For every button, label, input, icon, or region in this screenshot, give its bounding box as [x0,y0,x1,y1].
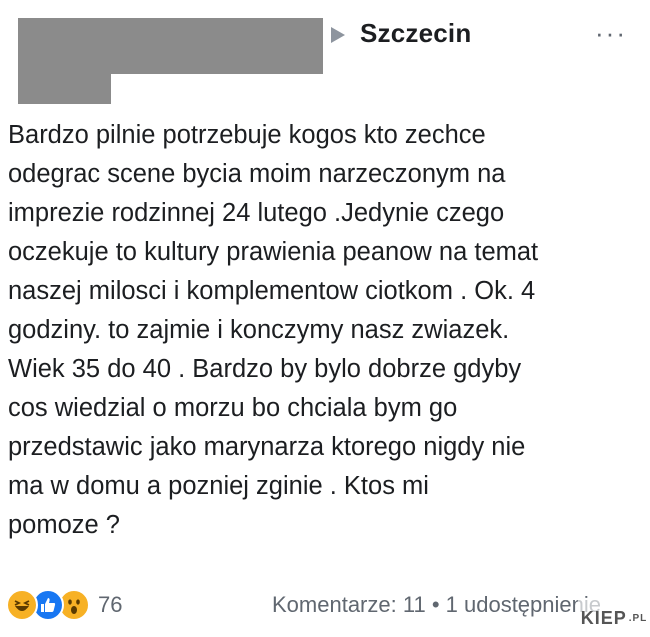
haha-icon [6,589,38,621]
post-text-line: naszej milosci i komplementow ciotkom . … [8,277,536,305]
post-text-line: przedstawic jako marynarza ktorego nigdy… [8,433,526,461]
post-text-line: ma w domu a pozniej zginie . Ktos mi [8,472,429,500]
kiep-watermark-logo: KIEP .PL [578,600,650,637]
post-text-line: oczekuje to kultury prawienia peanow na … [8,238,539,266]
post-text-line: pomoze ? [8,511,120,539]
redacted-author-name [18,18,323,74]
post-text-line: Bardzo pilnie potrzebuje kogos kto zechc… [8,121,486,149]
post-stats: Komentarze: 11 • 1 udostępnienie [272,592,601,618]
separator-dot: • [431,592,440,617]
group-name-link[interactable]: Szczecin [360,18,471,49]
comments-count-link[interactable]: Komentarze: 11 [272,592,426,617]
post-text-line: godziny. to zajmie i konczymy nasz zwiaz… [8,316,510,344]
redacted-post-meta [18,74,111,104]
post-text-line: odegrac scene bycia moim narzeczonym na [8,160,506,188]
reaction-count: 76 [98,592,123,617]
reaction-summary[interactable]: 76 [6,589,122,621]
watermark-suffix: .PL [628,613,648,624]
watermark-text: KIEP [580,608,627,628]
post-text-line: Wiek 35 do 40 . Bardzo by bylo dobrze gd… [8,355,522,383]
post-text-line: cos wiedzial o morzu bo chciala bym go [8,394,458,422]
post-text: Bardzo pilnie potrzebuje kogos kto zechc… [8,116,638,545]
more-options-icon[interactable]: ··· [595,18,627,49]
post-text-line: imprezie rodzinnej 24 lutego .Jedynie cz… [8,199,505,227]
arrow-right-icon [331,27,345,43]
